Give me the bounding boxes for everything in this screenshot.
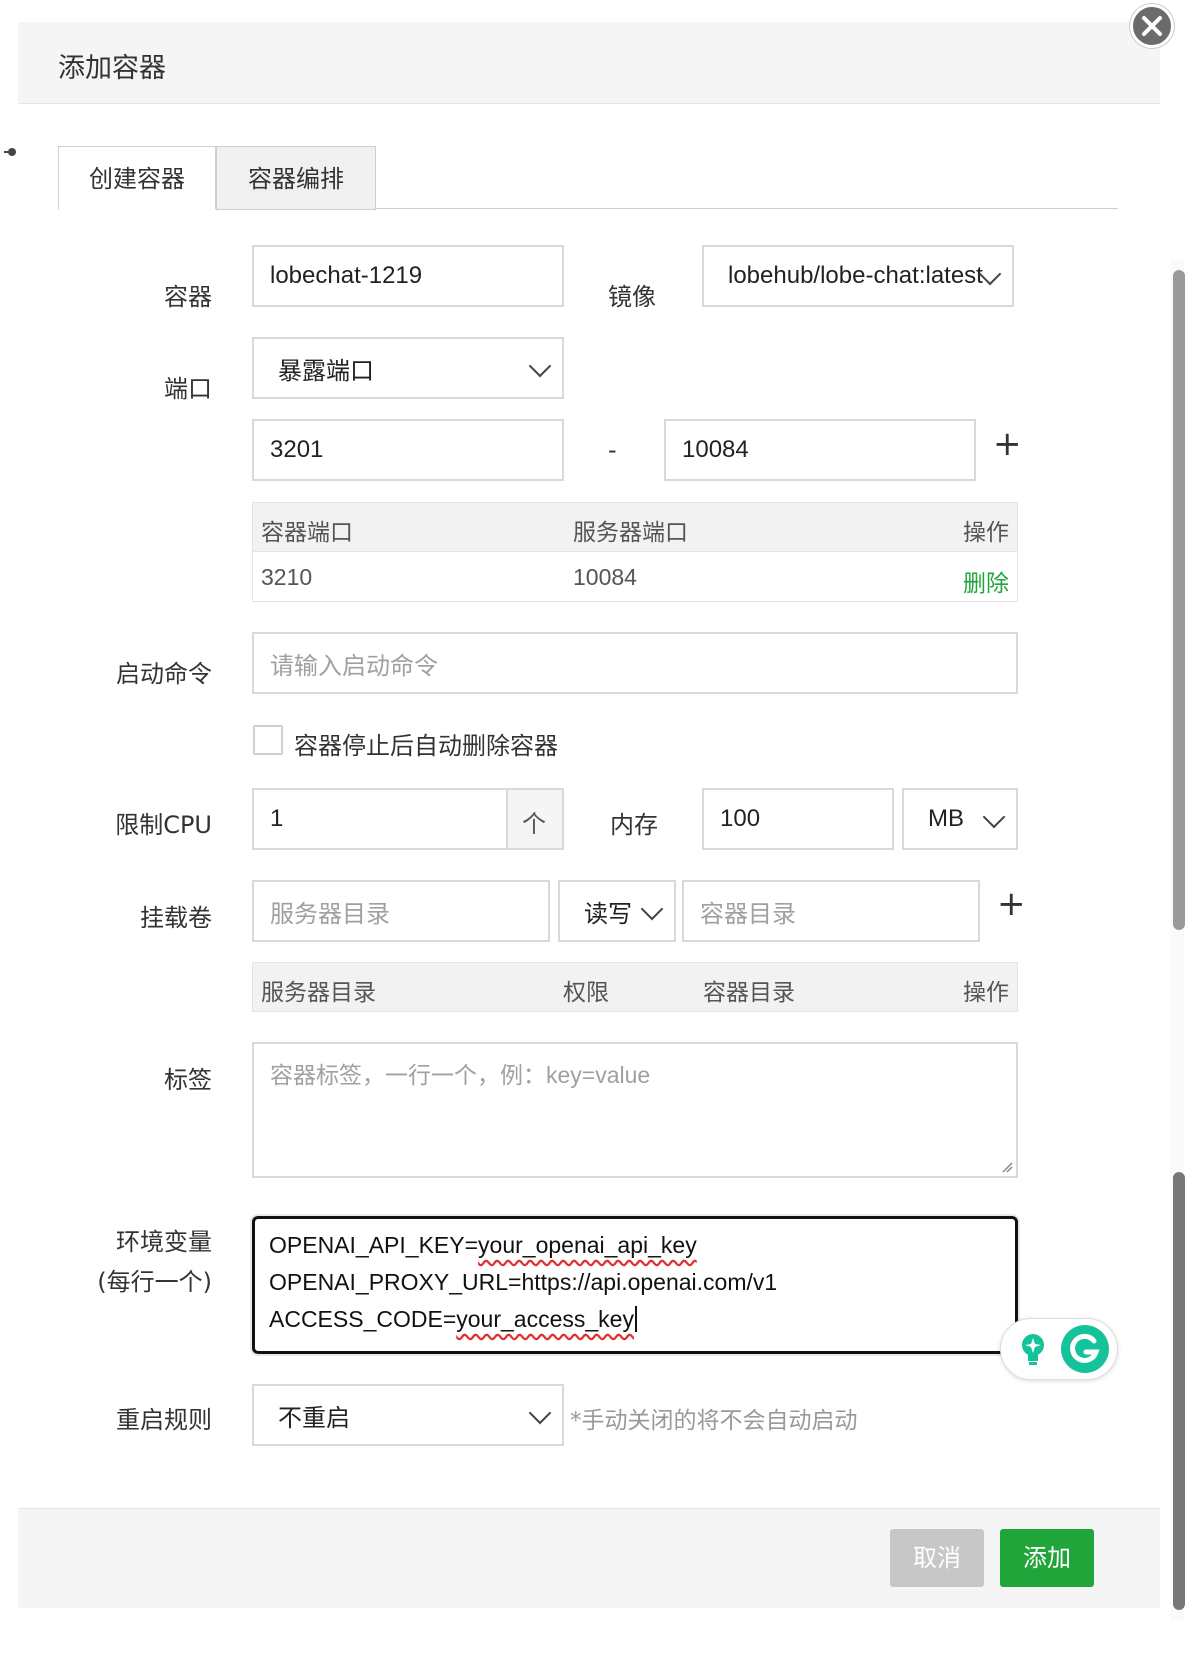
container-name-value: lobechat-1219 [270,262,423,289]
server-port-value: 10084 [682,436,749,463]
restart-label: 重启规则 [116,1406,212,1434]
port-table-header-container: 容器端口 [261,520,353,546]
add-port-button[interactable]: + [993,424,1022,464]
scrollbar-thumb[interactable] [1173,270,1185,930]
cpu-label: 限制CPU [115,811,212,839]
close-button[interactable] [1130,4,1174,48]
add-button[interactable]: 添加 [1000,1529,1094,1587]
container-label: 容器 [164,283,212,311]
grammarly-g-icon [1070,1333,1100,1363]
chevron-down-icon [982,805,1006,829]
env-value: your_openai_api_key [478,1232,697,1258]
env-sublabel: (每行一个) [97,1268,212,1296]
cpu-stepper-symbol: 个 [522,811,546,838]
env-key: OPENAI_PROXY_URL=https://api.openai.com/… [269,1269,778,1295]
port-row-container: 3210 [261,564,313,590]
labels-label: 标签 [164,1066,212,1094]
chevron-down-icon [640,897,664,921]
volume-table-header-server-dir: 服务器目录 [261,980,376,1006]
lightbulb-icon[interactable] [1013,1329,1053,1369]
edge-handle-icon [4,148,16,156]
command-input[interactable]: 请输入启动命令 [252,632,1018,694]
labels-textarea[interactable]: 容器标签，一行一个，例：key=value [252,1042,1018,1178]
port-table-header-server: 服务器端口 [573,520,688,546]
port-mode-value: 暴露端口 [278,356,374,385]
image-select[interactable]: lobehub/lobe-chat:latest [702,245,1014,307]
memory-unit-select[interactable]: MB [902,788,1018,850]
volume-permission-value: 读写 [584,899,632,928]
memory-label: 内存 [610,811,658,839]
auto-remove-checkbox[interactable] [253,725,283,755]
env-label: 环境变量 [116,1228,212,1256]
chevron-down-icon [528,354,552,378]
volume-table-header-permission: 权限 [563,980,609,1006]
restart-policy-value: 不重启 [278,1403,350,1432]
image-select-value: lobehub/lobe-chat:latest [728,262,983,289]
add-volume-button[interactable]: + [997,884,1026,924]
command-placeholder: 请输入启动命令 [270,652,438,680]
image-label: 镜像 [608,283,656,311]
grammarly-widget[interactable] [1000,1318,1118,1380]
port-separator: - [608,436,617,464]
table-row: 3210 10084 删除 [253,551,1017,601]
server-port-input[interactable]: 10084 [664,419,976,481]
volume-table-header-container-dir: 容器目录 [703,980,795,1006]
port-table: 容器端口 服务器端口 操作 3210 10084 删除 [252,502,1018,602]
dialog-header: 添加容器 [18,22,1160,104]
container-name-input[interactable]: lobechat-1219 [252,245,564,307]
labels-placeholder: 容器标签，一行一个，例：key=value [270,1062,651,1088]
cancel-button[interactable]: 取消 [890,1529,984,1587]
cpu-input[interactable]: 1 个 [252,788,564,850]
scrollbar-thumb-lower[interactable] [1173,1172,1185,1610]
volume-label: 挂载卷 [140,904,212,932]
volume-table-header: 服务器目录 权限 容器目录 操作 [253,963,1017,1011]
restart-policy-select[interactable]: 不重启 [252,1384,564,1446]
volume-table-header-action: 操作 [963,980,1009,1006]
container-port-input[interactable]: 3201 [252,419,564,481]
env-value: your_access_key [456,1306,634,1332]
memory-unit-value: MB [928,805,964,832]
env-key: OPENAI_API_KEY= [269,1232,479,1258]
restart-hint: *手动关闭的将不会自动启动 [570,1408,858,1434]
port-row-server: 10084 [573,564,637,590]
dialog-footer [18,1508,1160,1608]
volume-server-dir-placeholder: 服务器目录 [270,900,390,928]
grammarly-icon[interactable] [1061,1325,1109,1373]
tab-create-container[interactable]: 创建容器 [58,146,216,210]
volume-container-dir-input[interactable]: 容器目录 [682,880,980,942]
port-table-header-action: 操作 [963,520,1009,546]
container-port-value: 3201 [270,436,324,463]
auto-remove-label: 容器停止后自动删除容器 [294,732,558,760]
volume-server-dir-input[interactable]: 服务器目录 [252,880,550,942]
cpu-stepper-button[interactable]: 个 [506,790,562,848]
close-icon [1142,16,1162,36]
port-table-header: 容器端口 服务器端口 操作 [253,503,1017,551]
env-line: ACCESS_CODE=your_access_key [269,1301,1001,1338]
volume-permission-select[interactable]: 读写 [558,880,676,942]
env-line: OPENAI_API_KEY=your_openai_api_key [269,1227,1001,1264]
memory-value: 100 [720,805,761,832]
volume-container-dir-placeholder: 容器目录 [700,900,796,928]
resize-handle-icon[interactable] [1001,1161,1013,1173]
dialog-title: 添加容器 [58,53,166,84]
port-mode-select[interactable]: 暴露端口 [252,337,564,399]
text-cursor [634,1306,637,1332]
port-label: 端口 [164,375,212,403]
delete-port-link[interactable]: 删除 [963,564,1009,598]
env-line: OPENAI_PROXY_URL=https://api.openai.com/… [269,1264,1001,1301]
cpu-value: 1 [270,805,284,832]
memory-input[interactable]: 100 [702,788,894,850]
chevron-down-icon [528,1401,552,1425]
env-key: ACCESS_CODE= [269,1306,457,1332]
volume-table: 服务器目录 权限 容器目录 操作 [252,962,1018,1012]
tab-compose[interactable]: 容器编排 [216,146,376,210]
command-label: 启动命令 [116,660,212,688]
env-textarea[interactable]: OPENAI_API_KEY=your_openai_api_key OPENA… [252,1216,1018,1354]
